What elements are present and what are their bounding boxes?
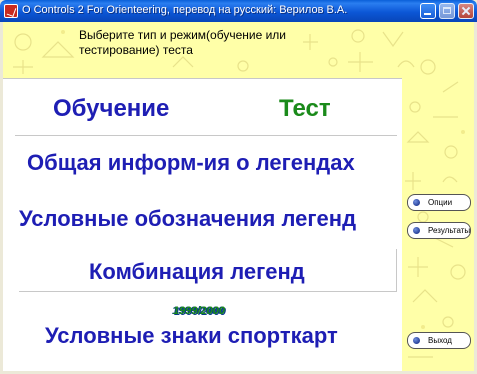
options-button-label: Опции <box>428 198 453 207</box>
instruction-text: Выберите тип и режим(обучение или тестир… <box>79 28 286 57</box>
exit-button-label: Выход <box>428 336 452 345</box>
window-title: O Controls 2 For Orienteering, перевод н… <box>22 4 348 16</box>
results-button-label: Результаты <box>428 226 471 235</box>
close-button[interactable] <box>458 3 474 19</box>
map-symbols-button[interactable]: Условные знаки спорткарт <box>45 323 338 349</box>
separator <box>15 135 397 136</box>
test-selection-panel: Обучение Тест Общая информ-ия о легендах… <box>3 78 402 371</box>
exit-button[interactable]: Выход <box>407 332 471 349</box>
client-area: Выберите тип и режим(обучение или тестир… <box>3 22 474 371</box>
results-button[interactable]: Результаты <box>407 222 471 239</box>
app-icon[interactable] <box>4 4 18 18</box>
app-window: O Controls 2 For Orienteering, перевод н… <box>0 0 477 374</box>
minimize-button[interactable] <box>420 3 436 19</box>
exit-radio-icon <box>413 337 420 344</box>
title-bar[interactable]: O Controls 2 For Orienteering, перевод н… <box>0 0 477 22</box>
legend-symbols-button[interactable]: Условные обозначения легенд <box>19 206 356 232</box>
learning-mode-button[interactable]: Обучение <box>53 95 169 123</box>
legend-combination-button[interactable]: Комбинация легенд <box>89 259 305 285</box>
options-radio-icon <box>413 199 420 206</box>
years-label: 1999/2000 <box>173 305 225 317</box>
results-radio-icon <box>413 227 420 234</box>
options-button[interactable]: Опции <box>407 194 471 211</box>
maximize-button[interactable] <box>439 3 455 19</box>
general-info-button[interactable]: Общая информ-ия о легендах <box>27 150 355 176</box>
test-mode-button[interactable]: Тест <box>279 95 331 123</box>
